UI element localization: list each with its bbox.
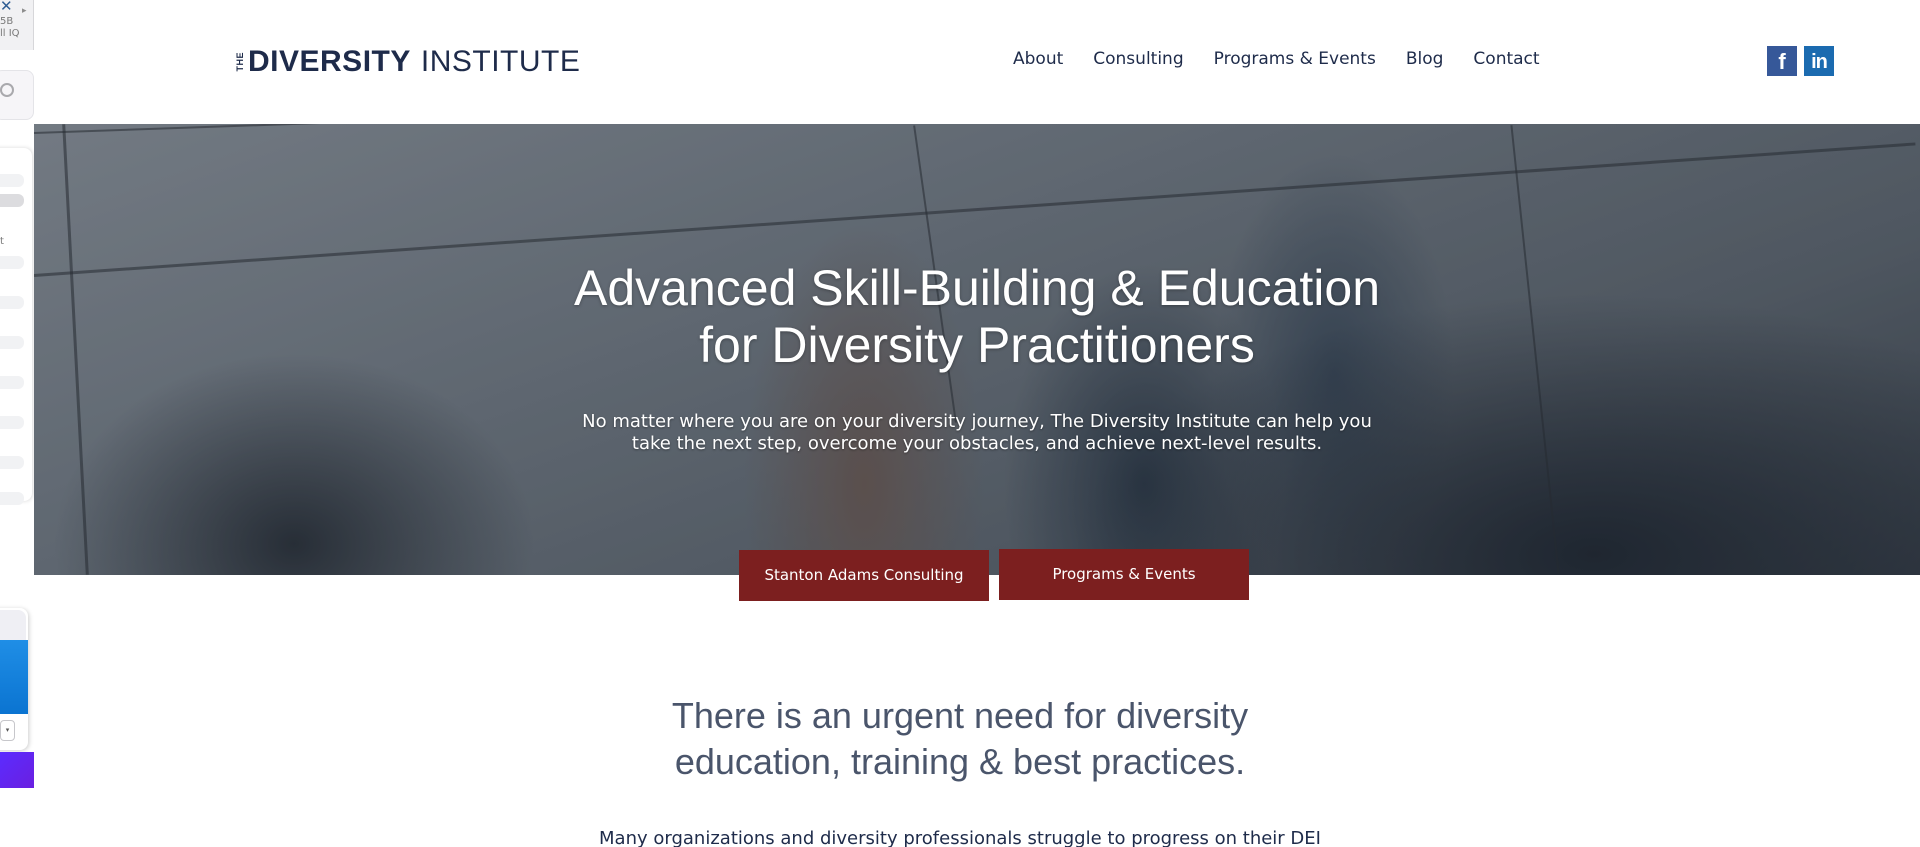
site-header: THE DIVERSITY INSTITUTE About Consulting… (34, 0, 1920, 124)
social-links: f in (1767, 46, 1834, 76)
hero-title-line: Advanced Skill-Building & Education (573, 260, 1381, 316)
side-list-item[interactable] (0, 296, 24, 309)
side-overlay-header: ✕ ▸ 5B ll IQ (0, 0, 34, 50)
nav-blog[interactable]: Blog (1406, 49, 1444, 69)
hero-subtitle: No matter where you are on your diversit… (34, 411, 1920, 455)
hero-subtitle-line: take the next step, overcome your obstac… (631, 433, 1323, 454)
side-lower-header (0, 610, 26, 640)
hero-title-line: for Diversity Practitioners (699, 317, 1255, 373)
hero-title: Advanced Skill-Building & Education for … (34, 260, 1920, 374)
close-icon[interactable]: ✕ (0, 0, 13, 15)
facebook-icon[interactable]: f (1767, 46, 1797, 76)
search-icon (0, 83, 14, 97)
nav-about[interactable]: About (1013, 49, 1063, 69)
logo-diversity: DIVERSITY (248, 45, 411, 78)
hero-banner: Advanced Skill-Building & Education for … (34, 124, 1920, 575)
intro-heading: There is an urgent need for diversity ed… (0, 693, 1920, 785)
site-logo[interactable]: THE DIVERSITY INSTITUTE (235, 45, 581, 78)
nav-consulting[interactable]: Consulting (1093, 49, 1183, 69)
logo-the: THE (235, 52, 245, 72)
intro-heading-line: There is an urgent need for diversity (671, 695, 1249, 736)
side-list-item[interactable] (0, 492, 24, 505)
logo-institute: INSTITUTE (420, 45, 581, 78)
side-overlay-text: ll IQ (0, 28, 20, 39)
programs-events-button[interactable]: Programs & Events (999, 549, 1249, 600)
expand-arrow-icon[interactable]: ▸ (22, 6, 27, 16)
stanton-adams-consulting-button[interactable]: Stanton Adams Consulting (739, 550, 989, 601)
linkedin-icon[interactable]: in (1804, 46, 1834, 76)
intro-body: Many organizations and diversity profess… (599, 828, 1321, 847)
side-list-item[interactable] (0, 456, 24, 469)
side-list-item[interactable] (0, 194, 24, 207)
side-list-item[interactable] (0, 376, 24, 389)
side-list-item[interactable] (0, 416, 24, 429)
nav-contact[interactable]: Contact (1473, 49, 1539, 69)
side-list-item[interactable] (0, 256, 24, 269)
side-list-text: t (0, 236, 4, 247)
main-nav: About Consulting Programs & Events Blog … (1013, 49, 1540, 69)
nav-programs-events[interactable]: Programs & Events (1214, 49, 1376, 69)
side-overlay-text: 5B (0, 16, 14, 27)
side-list-item[interactable] (0, 336, 24, 349)
hero-subtitle-line: No matter where you are on your diversit… (582, 411, 1372, 432)
side-list-item[interactable] (0, 174, 24, 187)
intro-heading-line: education, training & best practices. (674, 741, 1246, 782)
